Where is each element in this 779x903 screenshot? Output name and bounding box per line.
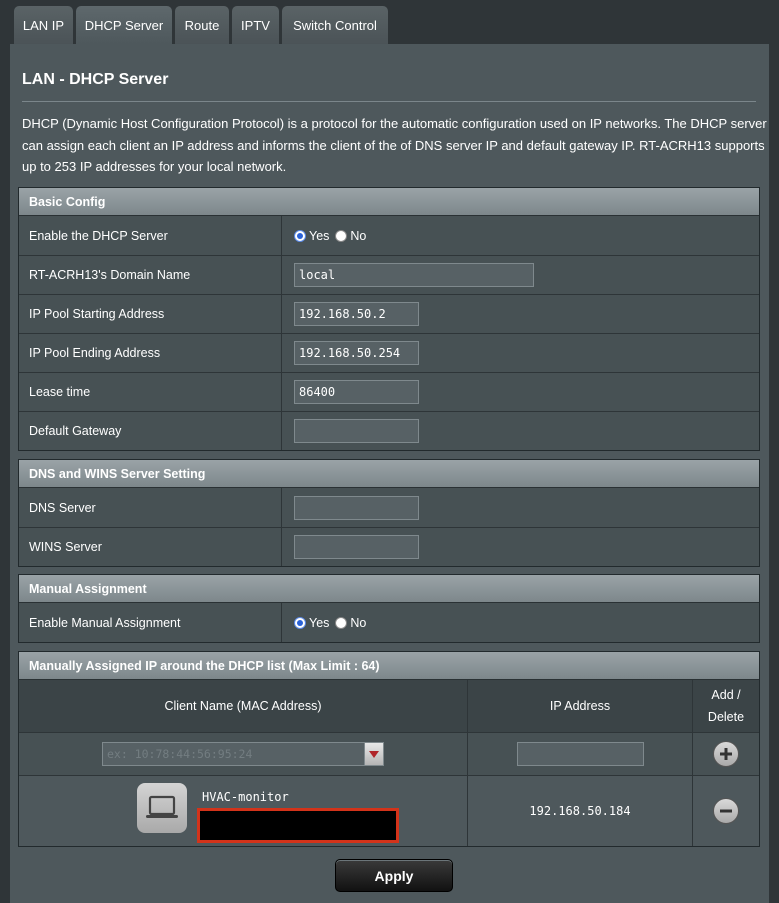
tab-label: IPTV <box>241 17 270 33</box>
delete-entry-button[interactable] <box>713 798 739 824</box>
enable-manual-radio-group: Yes No <box>294 616 372 630</box>
label-enable-manual: Enable Manual Assignment <box>19 603 282 642</box>
entry-ip-address: 192.168.50.184 <box>529 804 631 818</box>
mac-placeholder: ex: 10:78:44:56:95:24 <box>107 747 253 761</box>
domain-name-input[interactable] <box>294 263 534 287</box>
enable-dhcp-radio-group: Yes No <box>294 229 372 243</box>
redacted-mac-box <box>197 808 399 843</box>
row-wins-server: WINS Server <box>19 527 759 566</box>
main-panel: LAN - DHCP Server DHCP (Dynamic Host Con… <box>10 44 769 903</box>
label-pool-end: IP Pool Ending Address <box>19 334 282 372</box>
tab-dhcp-server[interactable]: DHCP Server <box>76 6 172 44</box>
row-enable-manual: Enable Manual Assignment Yes No <box>19 603 759 642</box>
enable-manual-no-radio[interactable] <box>335 616 348 629</box>
label-dns-server: DNS Server <box>19 488 282 527</box>
label-pool-start: IP Pool Starting Address <box>19 295 282 333</box>
section-header-dns-wins: DNS and WINS Server Setting <box>19 460 759 488</box>
radio-label-yes: Yes <box>309 228 330 243</box>
new-ip-input[interactable] <box>516 742 644 766</box>
pool-start-input[interactable] <box>294 302 419 326</box>
dropdown-arrow-icon[interactable] <box>364 742 384 766</box>
col-header-add-delete: Add / Delete <box>693 680 759 732</box>
new-entry-ip-cell <box>468 733 693 775</box>
col-header-ip: IP Address <box>468 680 693 732</box>
apply-button[interactable]: Apply <box>335 859 453 892</box>
default-gateway-input[interactable] <box>294 419 419 443</box>
page-title: LAN - DHCP Server <box>22 71 169 88</box>
laptop-icon <box>137 783 187 833</box>
enable-dhcp-no-radio[interactable] <box>335 229 348 242</box>
entry-ip-cell: 192.168.50.184 <box>468 776 693 846</box>
tab-label: Switch Control <box>293 17 377 33</box>
wins-server-input[interactable] <box>294 535 419 559</box>
label-default-gateway: Default Gateway <box>19 412 282 450</box>
tab-switch-control[interactable]: Switch Control <box>282 6 388 44</box>
value-wins-server <box>282 528 759 566</box>
manual-assignment-table: Manual Assignment Enable Manual Assignme… <box>18 574 760 643</box>
col-header-delete: Delete <box>707 710 745 724</box>
value-pool-end <box>282 334 759 372</box>
row-domain-name: RT-ACRH13's Domain Name <box>19 255 759 294</box>
radio-label-no: No <box>350 228 367 243</box>
value-dns-server <box>282 488 759 527</box>
row-pool-start: IP Pool Starting Address <box>19 294 759 333</box>
col-header-add: Add / <box>711 688 741 702</box>
value-lease-time <box>282 373 759 411</box>
label-lease-time: Lease time <box>19 373 282 411</box>
new-entry-row: ex: 10:78:44:56:95:24 <box>19 732 759 775</box>
row-default-gateway: Default Gateway <box>19 411 759 450</box>
tab-iptv[interactable]: IPTV <box>232 6 279 44</box>
value-enable-manual: Yes No <box>282 603 759 642</box>
radio-label-yes: Yes <box>309 615 330 630</box>
title-divider <box>22 101 756 102</box>
value-enable-dhcp: Yes No <box>282 216 759 255</box>
row-pool-end: IP Pool Ending Address <box>19 333 759 372</box>
page-description: DHCP (Dynamic Host Configuration Protoco… <box>22 116 767 174</box>
enable-dhcp-yes-radio[interactable] <box>294 229 306 242</box>
section-header-basic-config: Basic Config <box>19 188 759 216</box>
minus-icon <box>720 809 732 813</box>
entry-client-cell: HVAC-monitor <box>19 776 468 846</box>
pool-end-input[interactable] <box>294 341 419 365</box>
label-wins-server: WINS Server <box>19 528 282 566</box>
tab-lan-ip[interactable]: LAN IP <box>14 6 73 44</box>
plus-icon <box>720 748 732 760</box>
row-dns-server: DNS Server <box>19 488 759 527</box>
label-enable-dhcp: Enable the DHCP Server <box>19 216 282 255</box>
value-domain-name <box>282 256 759 294</box>
section-header-manual-assignment: Manual Assignment <box>19 575 759 603</box>
list-header-row: Client Name (MAC Address) IP Address Add… <box>19 680 759 732</box>
add-entry-button[interactable] <box>713 741 739 767</box>
basic-config-table: Basic Config Enable the DHCP Server Yes … <box>18 187 760 451</box>
dns-wins-table: DNS and WINS Server Setting DNS Server W… <box>18 459 760 567</box>
new-entry-action-cell <box>693 733 759 775</box>
manual-list-table: Manually Assigned IP around the DHCP lis… <box>18 651 760 847</box>
tab-label: Route <box>184 17 220 33</box>
enable-manual-yes-radio[interactable] <box>294 616 306 629</box>
row-enable-dhcp: Enable the DHCP Server Yes No <box>19 216 759 255</box>
new-entry-mac-cell: ex: 10:78:44:56:95:24 <box>19 733 468 775</box>
col-header-client: Client Name (MAC Address) <box>19 680 468 732</box>
tab-bar: LAN IP DHCP Server Route IPTV Switch Con… <box>0 0 779 44</box>
table-row: HVAC-monitor 192.168.50.184 <box>19 775 759 846</box>
section-header-manual-list: Manually Assigned IP around the DHCP lis… <box>19 652 759 680</box>
tab-label: LAN IP <box>22 17 65 33</box>
tab-label: DHCP Server <box>84 17 164 33</box>
radio-label-no: No <box>350 615 367 630</box>
tab-route[interactable]: Route <box>175 6 229 44</box>
mac-address-combobox[interactable]: ex: 10:78:44:56:95:24 <box>102 742 384 766</box>
lease-time-input[interactable] <box>294 380 419 404</box>
value-pool-start <box>282 295 759 333</box>
dns-server-input[interactable] <box>294 495 419 520</box>
entry-client-name: HVAC-monitor <box>202 790 289 804</box>
label-domain-name: RT-ACRH13's Domain Name <box>19 256 282 294</box>
row-lease-time: Lease time <box>19 372 759 411</box>
value-default-gateway <box>282 412 759 450</box>
entry-action-cell <box>693 776 759 846</box>
